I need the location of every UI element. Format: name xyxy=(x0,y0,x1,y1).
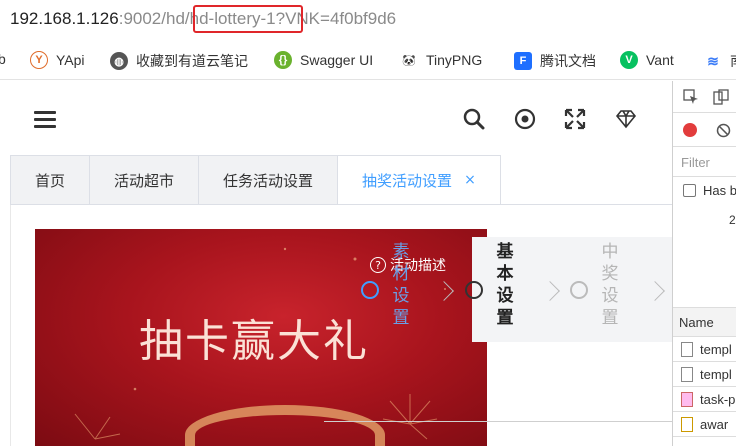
has-blocked-row: Has b xyxy=(673,177,736,205)
bookmark-label: TinyPNG xyxy=(426,52,483,68)
request-row[interactable]: templ xyxy=(673,362,736,387)
help-icon: ? xyxy=(370,257,386,273)
request-name: templ xyxy=(700,367,732,382)
tab-label: 活动超市 xyxy=(114,171,175,190)
target-icon[interactable] xyxy=(513,107,537,131)
request-name: templ xyxy=(700,342,732,357)
bookmark-label: Vant xyxy=(646,52,674,68)
filter-input[interactable]: Filter xyxy=(681,155,710,170)
banner-title: 抽卡赢大礼 xyxy=(139,316,369,367)
inspect-icon[interactable] xyxy=(683,89,699,105)
url-host: 192.168.1.126 xyxy=(10,9,119,28)
filter-row: Filter xyxy=(673,147,736,177)
yapi-icon: Y xyxy=(30,51,48,69)
search-icon[interactable] xyxy=(462,107,486,131)
bookmarks-bar: b Y YApi ◍ 收藏到有道云笔记 {} Swagger UI 🐼 Tiny… xyxy=(0,40,736,80)
clear-icon[interactable] xyxy=(716,123,731,138)
request-name: awar xyxy=(700,417,729,432)
devtools-toolbar xyxy=(673,81,736,113)
devtools-panel: Filter Has b 2 Name templ templ task-p a… xyxy=(672,81,736,446)
bookmark-fragment[interactable]: b xyxy=(0,51,6,67)
step-1-circle-icon xyxy=(361,281,379,299)
column-label: Name xyxy=(679,315,714,330)
tab-task-settings[interactable]: 任务活动设置 xyxy=(198,155,338,205)
bookmark-label: 南 xyxy=(730,51,736,71)
devtools-network-toolbar xyxy=(673,113,736,147)
bookmark-label: YApi xyxy=(56,52,85,68)
tencent-docs-icon: F xyxy=(514,52,532,70)
overview-row: 2 xyxy=(673,205,736,235)
bookmark-youdao[interactable]: ◍ 收藏到有道云笔记 xyxy=(110,51,248,71)
swagger-icon: {} xyxy=(274,51,292,69)
bookmark-vant[interactable]: V Vant xyxy=(620,51,674,69)
request-row[interactable]: task-p xyxy=(673,387,736,412)
tab-label: 任务活动设置 xyxy=(223,171,314,190)
panda-icon: 🐼 xyxy=(400,51,418,69)
address-bar[interactable]: 192.168.1.126:9002/hd/hd-lottery-1?VNK=4… xyxy=(0,0,736,40)
script-file-icon xyxy=(681,417,693,432)
bookmark-label: b xyxy=(0,51,6,67)
tab-lottery-settings[interactable]: 抽奖活动设置 × xyxy=(337,155,501,205)
fullscreen-icon[interactable] xyxy=(563,107,587,131)
request-row[interactable]: templ xyxy=(673,337,736,362)
divider-line xyxy=(324,421,672,422)
has-blocked-label: Has b xyxy=(703,183,736,198)
file-icon xyxy=(681,342,693,357)
tab-activity-market[interactable]: 活动超市 xyxy=(89,155,199,205)
url-highlight-box xyxy=(193,5,303,33)
diamond-icon[interactable] xyxy=(614,107,638,131)
url-port-path: :9002/hd/ xyxy=(118,9,190,28)
close-icon[interactable]: × xyxy=(464,172,476,188)
bookmark-label: 腾讯文档 xyxy=(540,53,596,69)
bookmark-tinypng[interactable]: 🐼 TinyPNG xyxy=(400,51,482,69)
step-2-label[interactable]: 基本设置 xyxy=(495,241,515,329)
layers-icon: ≋ xyxy=(704,52,722,70)
name-column-header[interactable]: Name xyxy=(673,307,736,337)
request-name: task-p xyxy=(700,392,736,407)
vant-icon: V xyxy=(620,51,638,69)
menu-toggle-icon[interactable] xyxy=(34,111,56,129)
request-row[interactable]: awar xyxy=(673,412,736,437)
overview-tick: 2 xyxy=(729,213,736,227)
bookmark-next[interactable]: ≋ 南 xyxy=(704,51,736,71)
device-toggle-icon[interactable] xyxy=(713,89,729,105)
tab-label: 首页 xyxy=(35,171,66,190)
step-1-label[interactable]: 素材设置 xyxy=(391,241,411,329)
bookmark-label: Swagger UI xyxy=(300,52,374,68)
image-file-icon xyxy=(681,392,693,407)
app-header xyxy=(0,81,672,155)
bookmark-yapi[interactable]: Y YApi xyxy=(30,51,85,69)
bookmark-tencent-docs[interactable]: F 腾讯文档 xyxy=(514,51,596,71)
tab-bar: 首页 活动超市 任务活动设置 抽奖活动设置 × xyxy=(10,155,501,205)
tab-label: 抽奖活动设置 xyxy=(362,171,453,190)
record-icon[interactable] xyxy=(683,123,697,137)
step-3-label[interactable]: 中奖设置 xyxy=(600,241,620,329)
file-icon xyxy=(681,367,693,382)
step-2-circle-icon xyxy=(465,281,483,299)
step-3-circle-icon xyxy=(570,281,588,299)
has-blocked-checkbox[interactable] xyxy=(683,184,696,197)
globe-icon: ◍ xyxy=(110,52,128,70)
tab-home[interactable]: 首页 xyxy=(10,155,90,205)
bookmark-label: 收藏到有道云笔记 xyxy=(136,53,248,69)
app-area: 首页 活动超市 任务活动设置 抽奖活动设置 × 抽卡赢大礼 ? 活动描述 素材设… xyxy=(0,81,672,446)
bookmark-swagger[interactable]: {} Swagger UI xyxy=(274,51,373,69)
